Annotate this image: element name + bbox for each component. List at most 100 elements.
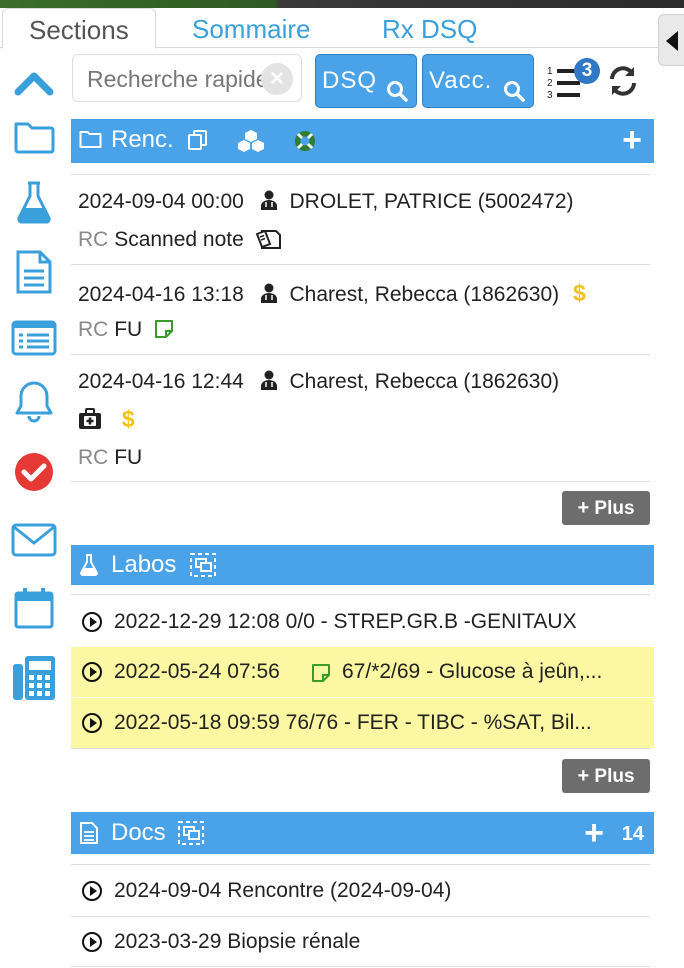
svg-text:3: 3 <box>547 90 553 100</box>
divider <box>71 264 650 265</box>
docs-count-badge: 14 <box>621 823 644 845</box>
note-icon <box>311 663 331 688</box>
note-icon <box>154 319 174 345</box>
encounters-header: Renc. + <box>71 119 654 163</box>
chevron-up-icon[interactable] <box>10 58 58 106</box>
lab-row[interactable]: 2022-12-29 12:08 0/0 - STREP.GR.B -GENIT… <box>71 597 654 647</box>
top-strip <box>0 0 684 8</box>
arrow-circle-icon <box>82 612 102 632</box>
divider <box>71 594 650 595</box>
expand-icon[interactable] <box>177 820 205 851</box>
billing-icon: $ <box>121 406 135 432</box>
encounter-subline: RC FU <box>78 318 174 345</box>
folder-icon[interactable] <box>10 112 58 160</box>
divider <box>71 748 650 749</box>
encounter-row[interactable]: 2024-04-16 12:44 Charest, Rebecca (18626… <box>78 370 559 396</box>
vacc-search-button[interactable]: Vacc. <box>422 54 534 108</box>
billing-icon: $ <box>573 280 586 306</box>
arrow-circle-icon <box>82 932 102 952</box>
labs-title: Labos <box>111 551 177 578</box>
folder-icon <box>79 129 103 154</box>
lab-row[interactable]: 2022-05-18 09:59 76/76 - FER - TIBC - %S… <box>71 698 654 748</box>
arrow-circle-icon <box>82 662 102 682</box>
docs-header: Docs + 14 <box>71 812 654 854</box>
envelope-icon[interactable] <box>10 516 58 564</box>
divider <box>71 481 650 482</box>
scanned-note-icon <box>254 228 282 256</box>
docs-title: Docs <box>111 819 166 846</box>
list-icon[interactable] <box>10 314 58 362</box>
encounter-subline: RC Scanned note <box>78 228 282 256</box>
doc-row[interactable]: 2023-03-29 Biopsie rénale <box>71 917 654 967</box>
calendar-icon[interactable] <box>10 584 58 632</box>
encounter-datetime: 2024-09-04 00:00 <box>78 190 244 213</box>
arrow-circle-icon <box>82 881 102 901</box>
encounter-row[interactable]: 2024-09-04 00:00 DROLET, PATRICE (500247… <box>78 190 574 216</box>
tab-sommaire[interactable]: Sommaire <box>192 8 310 48</box>
encounter-type: Scanned note <box>114 228 244 251</box>
expand-icon[interactable] <box>189 552 217 583</box>
clear-search-icon[interactable]: × <box>261 63 293 95</box>
refresh-icon[interactable] <box>606 64 640 103</box>
add-document-button[interactable]: + <box>584 812 604 854</box>
svg-text:2: 2 <box>547 78 553 89</box>
more-labs-button[interactable]: + Plus <box>562 759 650 793</box>
list-count-badge: 3 <box>574 58 600 84</box>
search-input[interactable] <box>85 61 265 97</box>
lab-row[interactable]: 2022-05-24 07:56 67/*2/69 - Glucose à je… <box>71 647 654 697</box>
encounter-prefix: RC <box>78 318 109 341</box>
encounters-title: Renc. <box>111 126 174 153</box>
encounter-type: FU <box>114 318 143 341</box>
document-icon[interactable] <box>10 248 58 296</box>
encounter-patient: DROLET, PATRICE (5002472) <box>289 190 574 213</box>
doctor-icon <box>260 370 278 396</box>
encounter-prefix: RC <box>78 228 109 251</box>
encounter-type: FU <box>114 446 143 469</box>
add-encounter-button[interactable]: + <box>622 119 642 161</box>
lab-text: 2022-05-24 07:56 <box>114 660 280 683</box>
divider <box>71 966 650 967</box>
tab-sections[interactable]: Sections <box>2 8 156 49</box>
divider <box>71 864 650 865</box>
lab-text-detail: 67/*2/69 - Glucose à jeûn,... <box>342 660 603 683</box>
encounter-patient: Charest, Rebecca (1862630) <box>289 283 560 306</box>
flask-icon[interactable] <box>10 178 58 226</box>
medical-kit-icon <box>78 408 102 436</box>
doctor-icon <box>260 190 278 216</box>
lifebuoy-icon[interactable] <box>293 129 317 158</box>
more-label: Plus <box>594 498 635 519</box>
divider <box>71 354 650 355</box>
collapse-panel-button[interactable] <box>658 14 684 66</box>
search-icon <box>503 69 525 121</box>
encounter-subline: RC FU <box>78 446 142 470</box>
doc-text: 2024-09-04 Rencontre (2024-09-04) <box>114 879 452 902</box>
divider <box>71 174 650 175</box>
cubes-icon[interactable] <box>237 129 265 158</box>
svg-text:1: 1 <box>547 66 553 77</box>
encounter-datetime: 2024-04-16 13:18 <box>78 283 244 306</box>
copy-icon[interactable] <box>187 129 209 156</box>
dsq-button-label: DSQ <box>322 67 378 94</box>
encounter-datetime: 2024-04-16 12:44 <box>78 370 244 393</box>
check-circle-icon[interactable] <box>10 448 58 496</box>
dsq-search-button[interactable]: DSQ <box>315 54 417 108</box>
search-icon <box>386 69 408 121</box>
arrow-circle-icon <box>82 713 102 733</box>
calculator-icon[interactable] <box>10 654 58 702</box>
encounter-row[interactable]: 2024-04-16 13:18 Charest, Rebecca (18626… <box>78 280 586 309</box>
encounter-prefix: RC <box>78 446 109 469</box>
flask-icon <box>79 553 99 582</box>
more-label: Plus <box>594 766 635 787</box>
labs-header: Labos <box>71 545 654 585</box>
document-icon <box>79 821 99 850</box>
more-encounters-button[interactable]: + Plus <box>562 491 650 525</box>
lab-text: 2022-05-18 09:59 76/76 - FER - TIBC - %S… <box>114 711 592 734</box>
encounter-patient: Charest, Rebecca (1862630) <box>289 370 560 393</box>
bell-icon[interactable] <box>10 378 58 426</box>
encounter-icons: $ <box>78 406 135 436</box>
tab-rx-dsq[interactable]: Rx DSQ <box>382 8 477 48</box>
doctor-icon <box>260 283 278 309</box>
doc-row[interactable]: 2024-09-04 Rencontre (2024-09-04) <box>71 866 654 916</box>
doc-text: 2023-03-29 Biopsie rénale <box>114 930 361 953</box>
lab-text: 2022-12-29 12:08 0/0 - STREP.GR.B -GENIT… <box>114 610 577 633</box>
